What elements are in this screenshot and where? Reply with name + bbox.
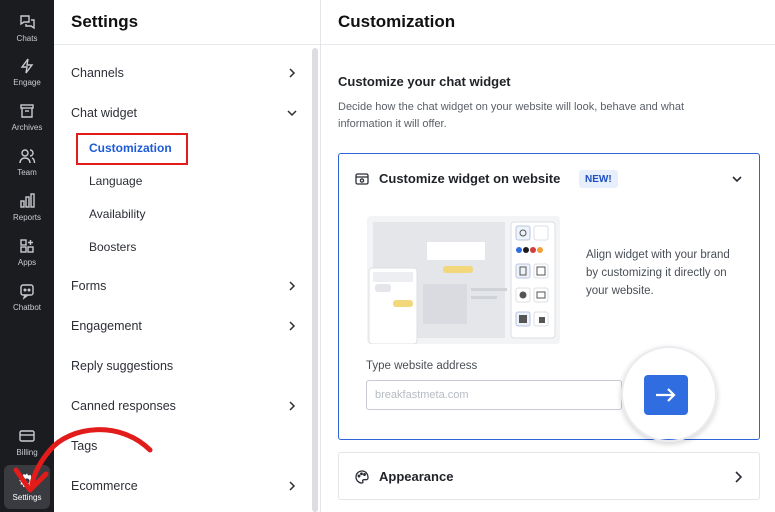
apps-grid-icon <box>20 239 34 253</box>
settings-item-tags[interactable]: Tags <box>71 435 297 457</box>
rail-item-chats[interactable]: Chats <box>0 6 54 50</box>
settings-subitem-language[interactable]: Language <box>89 171 142 191</box>
settings-panel: Settings Channels Chat widget Customizat… <box>54 0 321 512</box>
arrow-right-icon <box>656 388 676 402</box>
settings-scrollbar[interactable] <box>312 48 318 512</box>
chevron-down-icon <box>287 110 297 117</box>
gear-icon <box>19 473 35 489</box>
eye-window-icon <box>355 173 369 185</box>
rail-label: Apps <box>17 258 37 267</box>
rail-label: Reports <box>12 213 41 222</box>
rail-item-archives[interactable]: Archives <box>0 95 54 139</box>
widget-preview-illustration <box>367 216 560 344</box>
chevron-up-icon[interactable] <box>731 174 743 184</box>
divider <box>54 44 320 45</box>
appearance-title: Appearance <box>379 469 454 484</box>
rail-label: Engage <box>13 78 41 87</box>
rail-item-apps[interactable]: Apps <box>0 230 54 274</box>
settings-item-engagement[interactable]: Engagement <box>71 315 297 337</box>
left-nav-rail: Chats Engage Archives Team Reports Apps … <box>0 0 54 512</box>
rail-label: Team <box>17 168 37 177</box>
menu-label: Canned responses <box>71 399 176 413</box>
go-to-website-button[interactable] <box>644 375 688 415</box>
rail-item-billing[interactable]: Billing <box>0 420 54 464</box>
credit-card-icon <box>19 430 35 442</box>
bar-chart-icon <box>20 193 35 208</box>
settings-item-chat-widget[interactable]: Chat widget <box>71 102 297 124</box>
chat-bubbles-icon <box>20 15 35 30</box>
align-widget-text: Align widget with your brand by customiz… <box>586 249 730 297</box>
menu-label: Reply suggestions <box>71 359 174 373</box>
annotation-highlight-box <box>76 133 188 165</box>
settings-subitem-availability[interactable]: Availability <box>89 204 145 224</box>
section-title: Customize your chat widget <box>338 74 511 89</box>
settings-item-canned-responses[interactable]: Canned responses <box>71 395 297 417</box>
new-badge: NEW! <box>579 170 618 188</box>
menu-label: Tags <box>71 439 98 453</box>
rail-item-engage[interactable]: Engage <box>0 50 54 94</box>
menu-label: Forms <box>71 279 107 293</box>
settings-item-channels[interactable]: Channels <box>71 62 297 84</box>
settings-title: Settings <box>71 12 139 31</box>
settings-item-ecommerce[interactable]: Ecommerce <box>71 475 297 497</box>
archive-box-icon <box>20 104 34 118</box>
rail-label: Billing <box>16 448 38 457</box>
menu-label: Channels <box>71 66 124 80</box>
chevron-right-icon <box>289 321 296 331</box>
customize-widget-card: Customize widget on website NEW! Align w… <box>338 153 760 442</box>
rail-label: Chatbot <box>12 303 42 312</box>
card-title[interactable]: Customize widget on website <box>379 171 560 186</box>
rail-item-chatbot[interactable]: Chatbot <box>0 275 54 319</box>
settings-item-forms[interactable]: Forms <box>71 275 297 297</box>
rail-label: Archives <box>11 123 43 132</box>
menu-label: Engagement <box>71 319 142 333</box>
settings-subitem-boosters[interactable]: Boosters <box>89 237 136 257</box>
menu-label: Ecommerce <box>71 479 138 493</box>
chatbot-icon <box>20 284 34 300</box>
chevron-right-icon <box>289 401 296 411</box>
rail-item-settings[interactable]: Settings <box>4 465 50 509</box>
website-address-label: Type website address <box>366 360 478 372</box>
menu-label: Chat widget <box>71 106 138 120</box>
chevron-right-icon <box>289 481 296 491</box>
divider <box>321 44 775 45</box>
rail-label: Settings <box>12 493 42 502</box>
website-address-input[interactable] <box>366 380 622 410</box>
rail-label: Chats <box>16 34 38 43</box>
palette-icon <box>355 470 369 484</box>
section-description: Decide how the chat widget on your websi… <box>338 101 685 130</box>
chevron-right-icon <box>289 281 296 291</box>
lightning-icon <box>20 58 34 74</box>
chevron-right-icon <box>735 471 743 483</box>
rail-item-team[interactable]: Team <box>0 140 54 184</box>
appearance-row[interactable]: Appearance <box>338 452 760 500</box>
rail-item-reports[interactable]: Reports <box>0 185 54 229</box>
team-icon <box>19 149 36 164</box>
settings-item-reply-suggestions[interactable]: Reply suggestions <box>71 355 297 377</box>
chevron-right-icon <box>289 68 296 78</box>
page-title: Customization <box>338 12 456 31</box>
